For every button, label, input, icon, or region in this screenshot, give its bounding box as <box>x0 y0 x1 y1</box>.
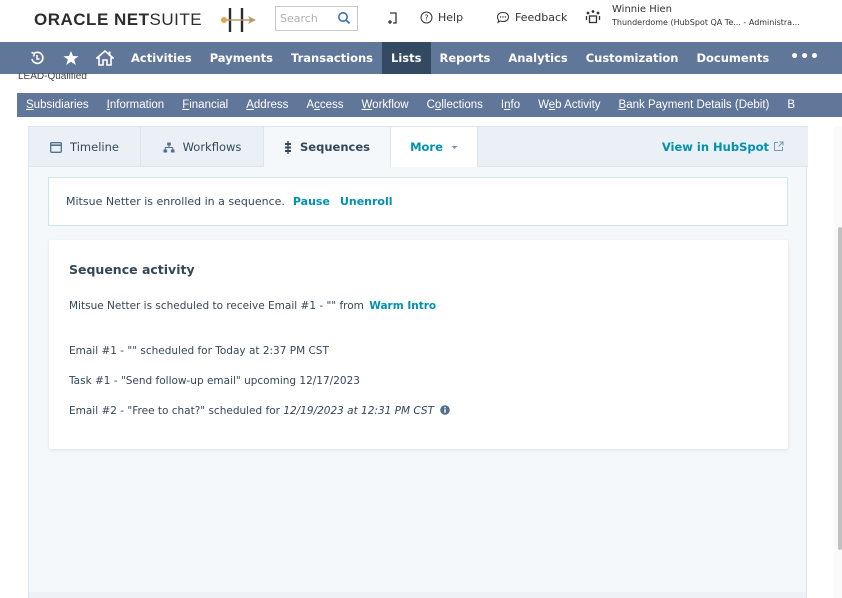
subtab-web-activity[interactable]: Web Activity <box>529 99 609 111</box>
tab-sequences[interactable]: Sequences <box>264 127 391 168</box>
help-button[interactable]: ? Help <box>420 11 463 24</box>
subtab-financial[interactable]: Financial <box>173 99 237 111</box>
recent-records-icon[interactable] <box>20 42 54 74</box>
subtab-subsidiaries[interactable]: Subsidiaries <box>17 99 98 111</box>
feedback-label: Feedback <box>515 11 568 24</box>
hubspot-panel: Timeline Workflows Sequences More View i… <box>28 126 808 598</box>
nav-lists[interactable]: Lists <box>382 42 431 74</box>
nav-documents[interactable]: Documents <box>687 42 778 74</box>
pause-link[interactable]: Pause <box>293 195 330 208</box>
search-icon[interactable] <box>337 11 351 25</box>
subtab-overflow[interactable]: B <box>778 99 804 111</box>
subtab-workflow[interactable]: Workflow <box>353 99 418 111</box>
sequence-activity-card: Sequence activity Mitsue Netter is sched… <box>49 240 788 449</box>
netsuite-header: ORACLE NETSUITE ? Help Feedback <box>0 0 842 42</box>
workflows-icon <box>163 142 175 152</box>
feedback-icon <box>496 11 510 24</box>
subtab-information[interactable]: Information <box>98 99 174 111</box>
tab-timeline[interactable]: Timeline <box>29 127 141 167</box>
caret-down-icon <box>451 145 458 149</box>
lead-status-text: LEAD-Qualified <box>18 73 87 82</box>
nav-reports[interactable]: Reports <box>431 42 500 74</box>
sequences-icon <box>285 140 292 154</box>
user-account-role[interactable]: Thunderdome (HubSpot QA Te... - Administ… <box>612 18 800 27</box>
enrollment-message: Mitsue Netter is enrolled in a sequence. <box>66 195 285 208</box>
scrollbar-thumb[interactable] <box>838 227 842 550</box>
nav-payments[interactable]: Payments <box>201 42 282 74</box>
sequence-step-text: Email #2 - "Free to chat?" scheduled for <box>69 405 280 417</box>
svg-text:?: ? <box>424 14 428 23</box>
subtab-collections[interactable]: Collections <box>418 99 492 111</box>
subtab-address[interactable]: Address <box>237 99 297 111</box>
global-search[interactable] <box>275 6 358 31</box>
sequence-step: Task #1 - "Send follow-up email" upcomin… <box>69 375 360 387</box>
nav-analytics[interactable]: Analytics <box>499 42 576 74</box>
timeline-icon <box>50 141 62 153</box>
subtab-access[interactable]: Access <box>297 99 352 111</box>
help-label: Help <box>438 11 464 24</box>
panel-bottom-edge <box>29 592 806 598</box>
external-link-icon <box>774 141 784 151</box>
view-in-hubspot-link[interactable]: View in HubSpot <box>662 140 784 154</box>
help-icon: ? <box>420 11 433 24</box>
feedback-button[interactable]: Feedback <box>496 11 567 24</box>
company-logo-icon <box>221 8 256 32</box>
tab-more-label: More <box>410 140 443 154</box>
main-navigation: Activities Payments Transactions Lists R… <box>0 42 842 74</box>
scheduled-summary: Mitsue Netter is scheduled to receive Em… <box>69 300 436 312</box>
record-subtabs: Subsidiaries Information Financial Addre… <box>17 93 842 117</box>
logo-light-text: SUITE <box>149 10 203 29</box>
tab-workflows[interactable]: Workflows <box>141 127 264 167</box>
home-icon[interactable] <box>88 42 122 74</box>
tabs-spacer: View in HubSpot <box>478 127 808 166</box>
role-switch-icon[interactable] <box>585 9 601 25</box>
unenroll-link[interactable]: Unenroll <box>340 195 393 208</box>
nav-customization[interactable]: Customization <box>577 42 688 74</box>
nav-transactions[interactable]: Transactions <box>282 42 382 74</box>
enrollment-alert: Mitsue Netter is enrolled in a sequence.… <box>48 177 788 226</box>
tab-sequences-label: Sequences <box>300 140 370 154</box>
logo-bold-text: ORACLE NET <box>34 10 150 29</box>
sequence-step: Email #1 - "" scheduled for Today at 2:3… <box>69 345 329 357</box>
subtab-info[interactable]: Info <box>492 99 529 111</box>
nav-activities[interactable]: Activities <box>122 42 201 74</box>
subtab-bank-payment-details[interactable]: Bank Payment Details (Debit) <box>610 99 779 111</box>
search-input[interactable] <box>276 7 334 30</box>
netsuite-logo[interactable]: ORACLE NETSUITE <box>34 10 202 30</box>
nav-more-button[interactable]: ••• <box>790 42 820 74</box>
scheduled-summary-text: Mitsue Netter is scheduled to receive Em… <box>69 300 364 312</box>
hubspot-tabs: Timeline Workflows Sequences More View i… <box>29 126 808 168</box>
sequence-step-datetime: 12/19/2023 at 12:31 PM CST <box>283 405 434 417</box>
create-new-icon[interactable] <box>386 10 400 26</box>
sequence-activity-title: Sequence activity <box>69 262 195 277</box>
view-in-hubspot-label: View in HubSpot <box>661 139 769 154</box>
favorites-star-icon[interactable] <box>54 42 88 74</box>
info-icon[interactable] <box>440 405 451 415</box>
user-name[interactable]: Winnie Hien <box>612 4 672 15</box>
tab-more-dropdown[interactable]: More <box>391 127 478 167</box>
tab-workflows-label: Workflows <box>182 140 242 154</box>
tab-timeline-label: Timeline <box>70 140 119 154</box>
sequence-name-link[interactable]: Warm Intro <box>369 300 436 312</box>
sequence-step: Email #2 - "Free to chat?" scheduled for… <box>69 405 451 417</box>
